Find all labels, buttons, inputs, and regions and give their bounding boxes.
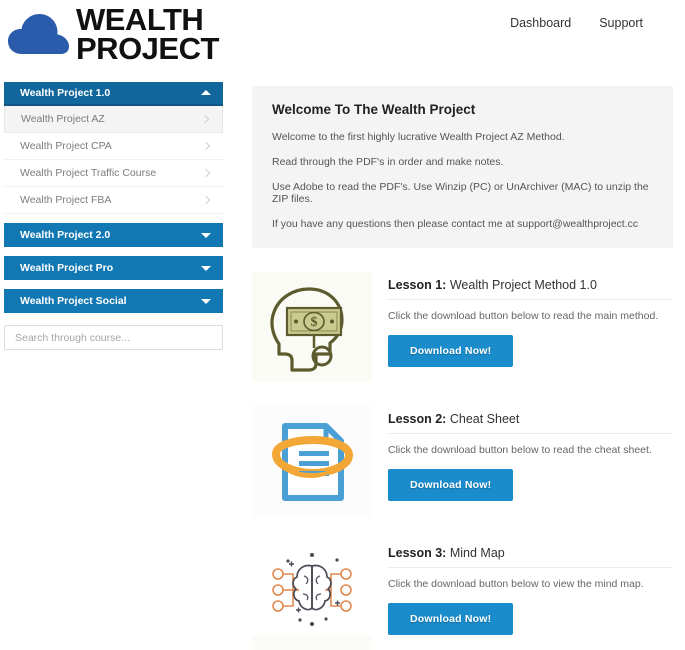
course-header-wealth-project-2-0[interactable]: Wealth Project 2.0 <box>4 223 223 247</box>
lesson-label: Lesson 1: <box>388 278 447 293</box>
caret-down-icon <box>201 266 211 271</box>
sidebar-item-wealth-project-az[interactable]: Wealth Project AZ <box>4 106 223 133</box>
lesson-body: Lesson 2: Cheat Sheet Click the download… <box>388 406 673 502</box>
caret-down-icon <box>201 299 211 304</box>
lesson-name: Mind Map <box>449 546 505 561</box>
top-navigation: Dashboard Support <box>510 16 643 30</box>
lesson-label: Lesson 2: <box>388 412 447 427</box>
sidebar-item-label: Wealth Project CPA <box>20 140 112 152</box>
sidebar-item-wealth-project-fba[interactable]: Wealth Project FBA <box>4 187 223 214</box>
download-button[interactable]: Download Now! <box>388 603 514 636</box>
welcome-paragraph-2: Read through the PDF's in order and make… <box>272 156 504 169</box>
welcome-panel: Welcome To The Wealth Project Welcome to… <box>252 86 673 249</box>
sidebar-item-label: Wealth Project FBA <box>20 194 112 206</box>
caret-down-icon <box>201 233 211 238</box>
download-button[interactable]: Download Now! <box>388 335 514 368</box>
search-input[interactable] <box>4 325 223 350</box>
lesson-description: Click the download button below to read … <box>388 310 659 323</box>
course-block-1: Wealth Project 1.0 Wealth Project AZ Wea… <box>4 82 228 214</box>
lesson-title: Lesson 3: Mind Map <box>388 546 673 560</box>
brand-wordmark: WEALTH PROJECT <box>76 4 219 66</box>
download-button[interactable]: Download Now! <box>388 469 514 502</box>
lesson-label: Lesson 3: <box>388 546 447 561</box>
course-header-label: Wealth Project 2.0 <box>20 229 111 241</box>
divider <box>388 433 673 435</box>
lesson-title: Lesson 2: Cheat Sheet <box>388 412 673 426</box>
course-header-label: Wealth Project Pro <box>20 262 114 274</box>
divider <box>388 567 673 569</box>
course-header-wealth-project-social[interactable]: Wealth Project Social <box>4 289 223 313</box>
cloud-icon <box>8 13 69 54</box>
brain-circuit-icon <box>252 540 372 636</box>
welcome-paragraph-4: If you have any questions then please co… <box>272 218 639 231</box>
nav-item-support[interactable]: Support <box>599 16 643 30</box>
lesson-card: Lesson 3: Mind Map Click the download bu… <box>252 540 673 650</box>
chevron-right-icon <box>200 114 210 124</box>
head-with-money-icon: $ <box>252 272 372 383</box>
lesson-description: Click the download button below to read … <box>388 444 652 457</box>
course-header-wealth-project-1-0[interactable]: Wealth Project 1.0 <box>4 82 223 106</box>
lesson-thumbnail <box>252 406 372 517</box>
divider <box>388 299 673 301</box>
course-header-label: Wealth Project Social <box>20 295 127 307</box>
lesson-thumbnail: $ <box>252 272 372 383</box>
lesson-card: Lesson 2: Cheat Sheet Click the download… <box>252 406 673 517</box>
site-header: WEALTH PROJECT Dashboard Support <box>0 0 685 68</box>
course-sub-list-1: Wealth Project AZ Wealth Project CPA Wea… <box>4 106 223 214</box>
sidebar-item-label: Wealth Project AZ <box>21 113 105 125</box>
sidebar-item-wealth-project-cpa[interactable]: Wealth Project CPA <box>4 133 223 160</box>
chevron-right-icon <box>201 195 211 205</box>
nav-item-dashboard[interactable]: Dashboard <box>510 16 571 30</box>
lesson-card: $ Lesson 1: Wealth Project Method 1.0 Cl… <box>252 272 673 383</box>
chevron-right-icon <box>201 168 211 178</box>
brand-line-2: PROJECT <box>76 30 219 66</box>
lesson-description: Click the download button below to view … <box>388 578 644 591</box>
lesson-title: Lesson 1: Wealth Project Method 1.0 <box>388 278 673 292</box>
sidebar-item-label: Wealth Project Traffic Course <box>20 167 157 179</box>
main-content: Welcome To The Wealth Project Welcome to… <box>228 68 685 650</box>
caret-up-icon <box>201 90 211 95</box>
welcome-paragraph-1: Welcome to the first highly lucrative We… <box>272 131 565 143</box>
sidebar: Wealth Project 1.0 Wealth Project AZ Wea… <box>0 68 228 350</box>
lesson-name: Cheat Sheet <box>449 412 520 427</box>
lesson-body: Lesson 1: Wealth Project Method 1.0 Clic… <box>388 272 673 368</box>
chevron-right-icon <box>201 141 211 151</box>
document-swoosh-icon <box>252 406 372 517</box>
lesson-name: Wealth Project Method 1.0 <box>449 278 597 293</box>
course-header-wealth-project-pro[interactable]: Wealth Project Pro <box>4 256 223 280</box>
sidebar-item-wealth-project-traffic-course[interactable]: Wealth Project Traffic Course <box>4 160 223 187</box>
course-header-label: Wealth Project 1.0 <box>20 87 111 99</box>
page-layout: Wealth Project 1.0 Wealth Project AZ Wea… <box>0 68 685 650</box>
brand-logo-group[interactable]: WEALTH PROJECT <box>8 4 219 66</box>
lesson-thumbnail <box>252 540 372 650</box>
welcome-paragraph-3: Use Adobe to read the PDF's. Use Winzip … <box>272 181 649 206</box>
search-container <box>4 325 223 350</box>
svg-text:$: $ <box>311 315 318 330</box>
welcome-title: Welcome To The Wealth Project <box>272 102 476 117</box>
lesson-body: Lesson 3: Mind Map Click the download bu… <box>388 540 673 636</box>
